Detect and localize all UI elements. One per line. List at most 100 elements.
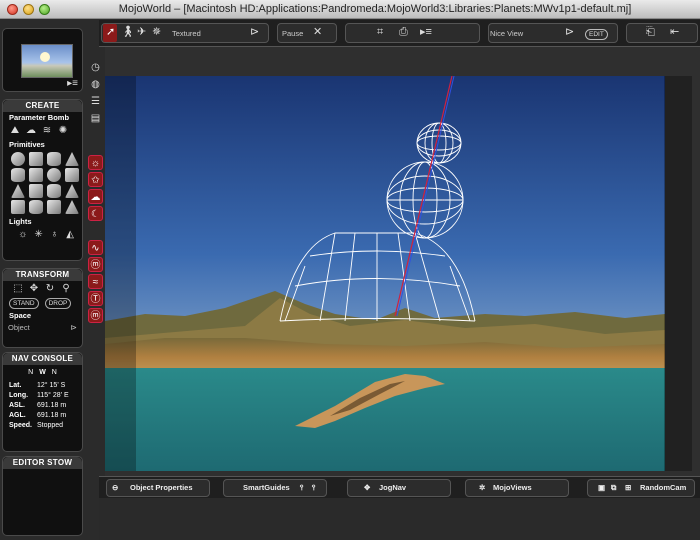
bomb-terrain-icon[interactable]: ⛰	[9, 125, 21, 137]
bomb-water-icon[interactable]: ≋	[41, 125, 53, 137]
orbit-icon[interactable]: ✵	[152, 25, 161, 39]
rotate-tool-icon[interactable]: ↻	[44, 283, 56, 295]
pause-toggle-icon[interactable]: ✕	[313, 25, 322, 39]
window-titlebar: MojoWorld – [Macintosh HD:Applications:P…	[0, 0, 700, 19]
editor-stow-panel[interactable]: EDITOR STOW	[2, 456, 83, 536]
view-mode-dropdown-icon[interactable]: ⊳	[565, 25, 574, 39]
nav-row: ASL. 691.18 m	[9, 401, 76, 411]
drop-button[interactable]: DROP	[44, 298, 72, 309]
arch-primitive-icon[interactable]	[11, 200, 25, 214]
move-tool-icon[interactable]: ✥	[28, 283, 40, 295]
scale-tool-icon[interactable]: ⬚	[12, 283, 24, 295]
bomb-atmosphere-icon[interactable]: ☁	[25, 125, 37, 137]
world-thumbnail[interactable]	[21, 44, 73, 78]
view-mode-label[interactable]: Nice View	[490, 29, 523, 38]
minimize-window-button[interactable]	[23, 4, 34, 15]
render-viewport[interactable]	[105, 76, 665, 471]
crop-icon[interactable]: ⌗	[377, 25, 383, 39]
point-light-icon[interactable]: ✳	[33, 229, 45, 241]
pipe-primitive-icon[interactable]	[29, 200, 43, 214]
moon-editor-icon[interactable]: ☾	[88, 206, 103, 221]
nav-key: AGL.	[9, 412, 26, 419]
material-editor-icon[interactable]: ⓜ	[88, 257, 103, 272]
nav-key: Lat.	[9, 382, 22, 389]
stars-editor-icon[interactable]: ✩	[88, 172, 103, 187]
snapshot-menu-icon[interactable]: ▸≡	[420, 25, 432, 39]
tab-smartguides[interactable]: SmartGuides ⫯ ⫯	[223, 479, 327, 497]
compass[interactable]: N W N	[3, 365, 82, 379]
text-primitive-icon[interactable]	[47, 200, 61, 214]
terrain-t-editor-icon[interactable]: Ⓣ	[88, 291, 103, 306]
mojoviews-label: MojoViews	[493, 483, 532, 492]
lower-empty-area	[99, 498, 700, 540]
spike-primitive-icon[interactable]	[65, 200, 79, 214]
cone-primitive-icon[interactable]	[65, 152, 79, 166]
globe-icon[interactable]: ◍	[88, 77, 103, 92]
mojoviews-gear-icon: ✲	[479, 483, 486, 492]
list-icon[interactable]: ☰	[88, 94, 103, 109]
clock-icon[interactable]: ◷	[88, 60, 103, 75]
bulb-light-icon[interactable]: ♁	[49, 229, 61, 241]
fly-icon[interactable]: ✈	[137, 25, 146, 39]
menu-arrow-icon[interactable]: ▸≡	[67, 78, 78, 89]
ellipsoid-primitive-icon[interactable]	[47, 168, 61, 182]
tab-randomcam[interactable]: ▣ ⧉ ⊞ RandomCam	[587, 479, 695, 497]
primitives-label: Primitives	[9, 140, 45, 149]
tab-object-properties[interactable]: ⊖ Object Properties	[106, 479, 210, 497]
object-properties-label: Object Properties	[130, 483, 193, 492]
torus-primitive-icon[interactable]	[11, 168, 25, 182]
window-title: MojoWorld – [Macintosh HD:Applications:P…	[118, 3, 632, 15]
rock-primitive-icon[interactable]	[65, 168, 79, 182]
sun-light-icon[interactable]: ☼	[17, 229, 29, 241]
walk-icon[interactable]: 🚶︎	[121, 25, 135, 39]
nav-row: Speed. Stopped	[9, 421, 76, 431]
cube-primitive-icon[interactable]	[29, 152, 43, 166]
book-icon[interactable]: ⎗	[646, 25, 655, 39]
create-header: CREATE	[3, 100, 82, 112]
bomb-all-icon[interactable]: ✺	[57, 125, 69, 137]
nav-value: 691.18 m	[37, 412, 67, 419]
spot-light-icon[interactable]: ◭	[64, 229, 76, 241]
camera-snapshot-icon[interactable]: ⎙	[399, 25, 408, 39]
edit-view-button[interactable]: EDIT	[585, 29, 608, 40]
cloud-editor-icon[interactable]: ☁	[88, 189, 103, 204]
cylinder-primitive-icon[interactable]	[47, 152, 61, 166]
film-icon[interactable]: ▤	[88, 111, 103, 126]
frame-icon: ⧉	[611, 483, 617, 492]
stamp-tool-icon[interactable]: ⚲	[60, 283, 72, 295]
grid-icon: ▣	[598, 483, 606, 492]
pause-label: Pause	[282, 29, 304, 38]
compass-left-label: N	[28, 369, 34, 376]
lights-label: Lights	[9, 217, 32, 226]
material-m-editor-icon[interactable]: ⓜ	[88, 308, 103, 323]
pyramid-primitive-icon[interactable]	[11, 184, 25, 198]
tree-primitive-icon[interactable]	[65, 184, 79, 198]
render-mode-dropdown-icon[interactable]: ⊳	[250, 25, 259, 39]
close-window-button[interactable]	[7, 4, 18, 15]
smartguides-label: SmartGuides	[243, 483, 290, 492]
zoom-window-button[interactable]	[39, 4, 50, 15]
bottom-toolbar: ⊖ Object Properties SmartGuides ⫯ ⫯ ✥ Jo…	[99, 476, 700, 498]
tab-mojoviews[interactable]: ✲ MojoViews	[465, 479, 569, 497]
sun-editor-icon[interactable]: ☼	[88, 155, 103, 170]
parameter-bomb-icons: ⛰ ☁ ≋ ✺	[3, 123, 82, 139]
plane-primitive-icon[interactable]	[29, 168, 43, 182]
space-select[interactable]: Object ⊳	[3, 321, 82, 334]
nav-console-panel: NAV CONSOLE N W N Lat. 12° 15' S Long. 1…	[2, 352, 83, 452]
sphere-primitive-icon[interactable]	[11, 152, 25, 166]
plus-icon: ⊞	[625, 483, 632, 492]
world-thumbnail-box: ▸≡	[2, 28, 83, 92]
space-label: Space	[9, 311, 32, 320]
left-panel: ▸≡ CREATE Parameter Bomb ⛰ ☁ ≋ ✺ Primiti…	[0, 20, 86, 540]
stand-drop-row: STAND DROP	[3, 297, 82, 310]
render-mode-label[interactable]: Textured	[172, 29, 201, 38]
stand-button[interactable]: STAND	[9, 298, 39, 309]
nav-readout: Lat. 12° 15' S Long. 115° 28' E ASL. 691…	[3, 379, 82, 433]
wedge-primitive-icon[interactable]	[29, 184, 43, 198]
water-editor-icon[interactable]: ≈	[88, 274, 103, 289]
exit-arrow-icon[interactable]: ⇤	[670, 25, 679, 39]
tab-jognav[interactable]: ✥ JogNav	[347, 479, 451, 497]
capsule-primitive-icon[interactable]	[47, 184, 61, 198]
parameter-bomb-label: Parameter Bomb	[9, 113, 70, 122]
terrain-editor-icon[interactable]: ∿	[88, 240, 103, 255]
